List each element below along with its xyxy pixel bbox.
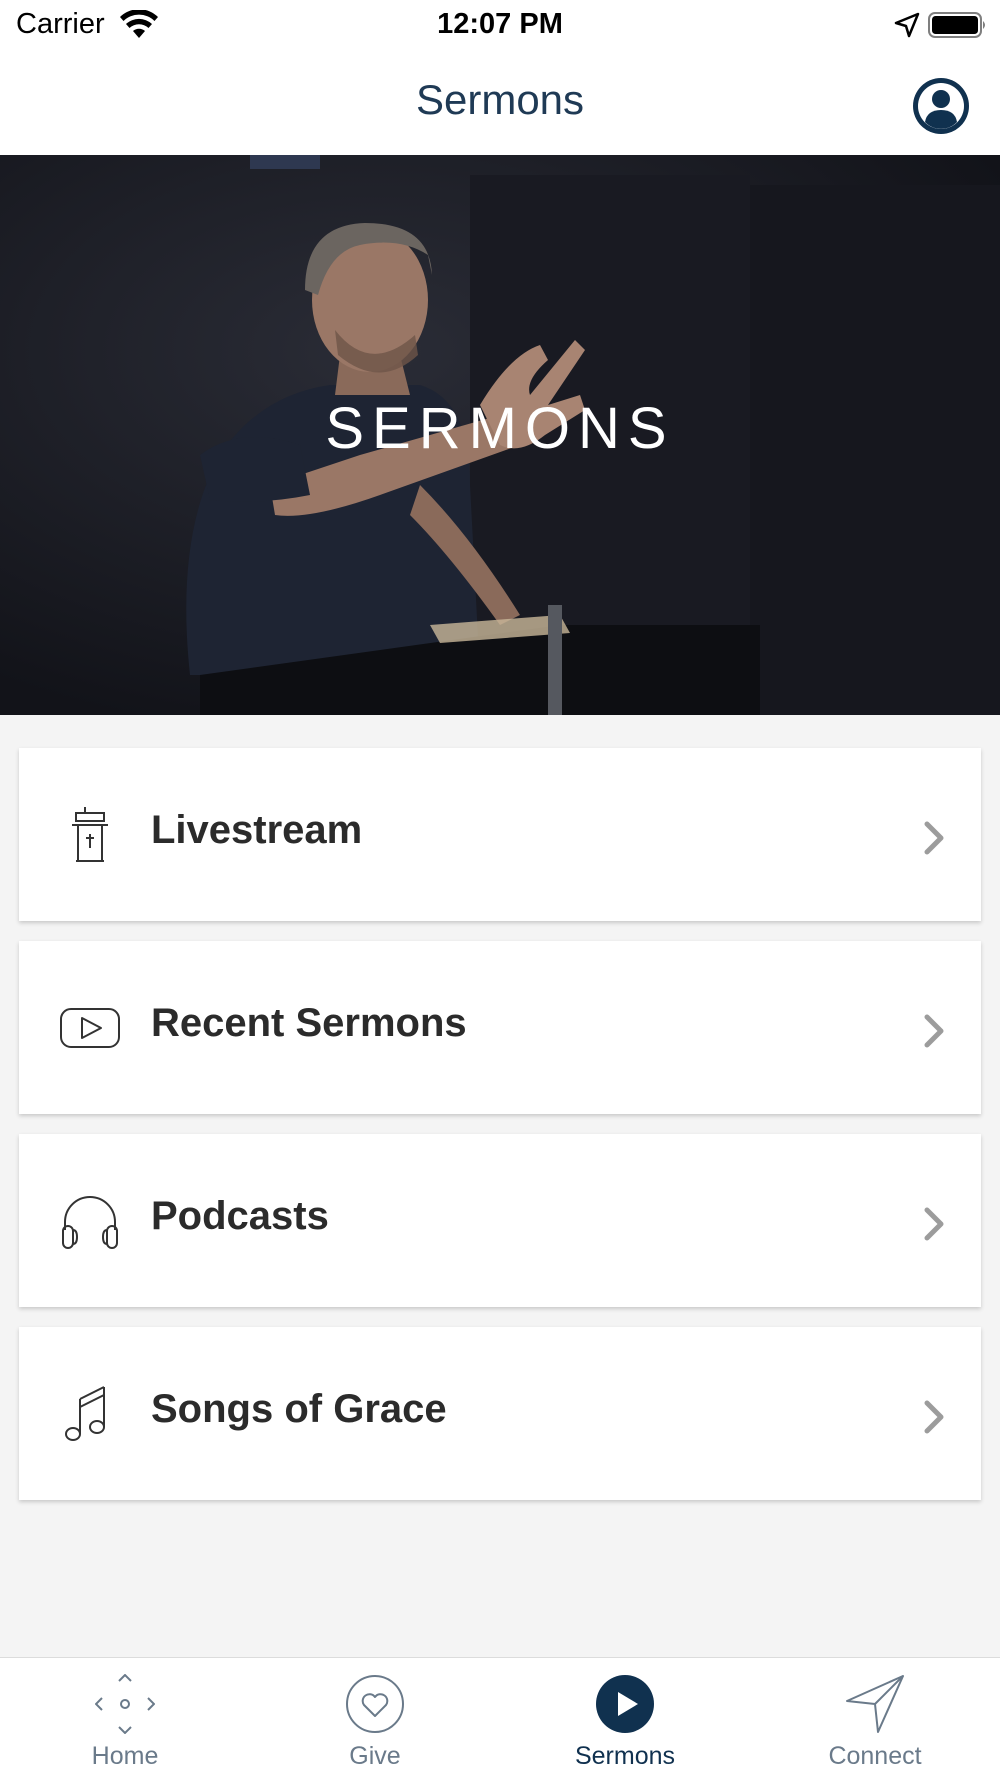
livestream-card[interactable]: Livestream: [19, 748, 981, 921]
nav-header: Sermons: [0, 50, 1000, 155]
battery-icon: [928, 12, 985, 38]
tab-connect-label: Connect: [828, 1742, 922, 1770]
chevron-right-icon: [924, 1207, 944, 1241]
tab-sermons[interactable]: Sermons: [500, 1658, 750, 1778]
hero-title: SERMONS: [325, 396, 675, 461]
tab-bar: Home Give Sermons Connect: [0, 1657, 1000, 1778]
songs-of-grace-card[interactable]: Songs of Grace: [19, 1327, 981, 1500]
user-avatar-icon: [918, 83, 964, 129]
clock-time: 12:07 PM: [437, 8, 563, 40]
hero-banner: SERMONS: [0, 155, 1000, 715]
sermons-screen: Carrier 12:07 PM Sermons SERMONS Livestr…: [0, 0, 1000, 1778]
heart-icon: [346, 1675, 404, 1733]
songs-of-grace-label: Songs of Grace: [151, 1387, 447, 1431]
tab-give-label: Give: [349, 1742, 401, 1770]
headphones-icon: [62, 1196, 118, 1249]
recent-sermons-card[interactable]: Recent Sermons: [19, 941, 981, 1114]
location-arrow-icon: [894, 12, 920, 38]
podcasts-card[interactable]: Podcasts: [19, 1134, 981, 1307]
home-diamond-icon: [95, 1674, 155, 1734]
status-bar: Carrier 12:07 PM: [0, 0, 1000, 50]
tab-home-label: Home: [91, 1742, 159, 1770]
chevron-right-icon: [924, 1014, 944, 1048]
tab-connect[interactable]: Connect: [750, 1658, 1000, 1778]
page-title: Sermons: [415, 76, 585, 123]
play-icon: [596, 1675, 654, 1733]
chevron-right-icon: [924, 1400, 944, 1434]
livestream-label: Livestream: [151, 808, 363, 852]
music-note-icon: [65, 1386, 105, 1441]
send-arrow-icon: [846, 1675, 904, 1733]
video-play-icon: [60, 1008, 120, 1048]
podcasts-label: Podcasts: [151, 1194, 329, 1238]
tab-give[interactable]: Give: [250, 1658, 500, 1778]
tab-home[interactable]: Home: [0, 1658, 250, 1778]
chevron-right-icon: [924, 821, 944, 855]
profile-button[interactable]: [913, 78, 969, 134]
pulpit-icon: [72, 807, 108, 862]
recent-sermons-label: Recent Sermons: [151, 1001, 467, 1045]
tab-sermons-label: Sermons: [574, 1742, 676, 1770]
